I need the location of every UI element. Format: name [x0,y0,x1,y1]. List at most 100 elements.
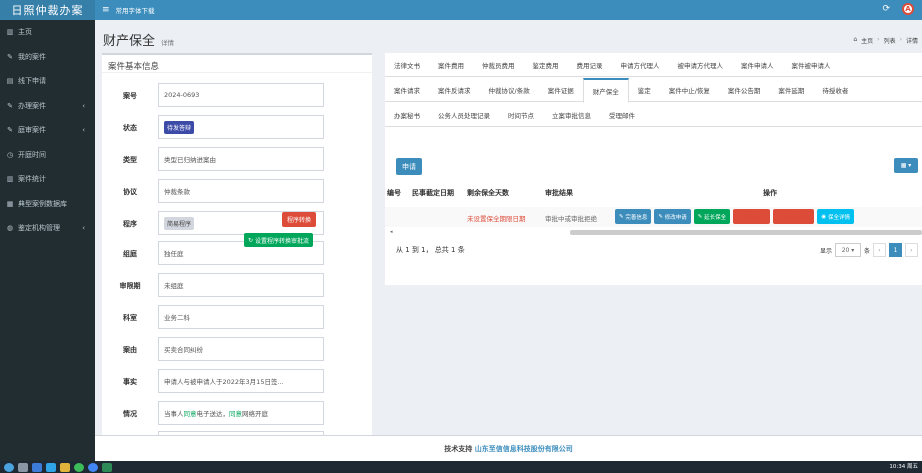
result-cell: 审批中或审批拒绝 [545,215,597,223]
breadcrumb-home[interactable]: 主页 [861,36,873,45]
tab-case-claims[interactable]: 案件请求 [385,78,429,102]
menu-toggle-icon[interactable]: ≡ [102,5,110,15]
tab-acceptance-mail[interactable]: 受理邮件 [600,103,644,127]
action-buttons: ✎ 完善信息 ✎ 修改申请 ✎ 延长保全 ✎ 解除保全 ✎ 同步至中院 ◉ 保全… [615,209,854,224]
tab-case-secretary[interactable]: 办案秘书 [385,103,429,127]
situation-highlight: 同意 [229,410,242,418]
tab-arbitration-agreement[interactable]: 仲裁协议/条款 [480,78,539,102]
scroll-left-icon[interactable]: ◂ [390,229,393,235]
procedure-convert-button[interactable]: 程序转换 [282,212,317,227]
tab-legal-docs[interactable]: 法律文书 [385,53,429,77]
tab-appraisal-fees[interactable]: 鉴定费用 [524,53,568,77]
col-actions: 操作 [763,189,777,197]
status-badge: 待发答辩 [164,120,195,134]
taskbar-app-icon[interactable] [32,462,42,472]
apply-button[interactable]: 申请 [396,158,422,175]
chevron-left-icon: ‹ [82,224,85,233]
field-case-number: 案号 2024-0693 [102,83,372,109]
sync-court-label: 同步至中院 [782,214,811,221]
breadcrumb-detail: 详情 [905,38,918,45]
field-department: 科室 业务二科 [102,305,372,331]
horizontal-scrollbar[interactable] [570,230,922,235]
globe-icon: ◍ [6,224,14,233]
user-avatar[interactable]: A [902,3,914,15]
browser-icon[interactable] [74,462,84,472]
situation-highlight: 同意 [183,410,197,418]
prev-page-button[interactable]: ‹ [873,243,886,257]
tab-announcement[interactable]: 案件公告期 [719,78,770,102]
taskbar-app-icon[interactable] [18,462,28,472]
chrome-icon[interactable] [88,462,98,472]
field-agreement: 协议 仲裁条款 [102,179,372,205]
tab-counterclaims[interactable]: 案件反请求 [429,78,480,102]
breadcrumb-list[interactable]: 列表 [884,36,896,45]
footer-company-link[interactable]: 山东至信信息科技股份有限公司 [475,444,573,454]
sidebar-item-appraisal-org[interactable]: ◍ 鉴定机构管理 ‹ [0,216,95,241]
tab-applicant-agent[interactable]: 申请方代理人 [612,53,669,77]
tab-filing-approval[interactable]: 立案审批信息 [543,103,600,127]
sidebar-item-label: 办理案件 [18,101,46,110]
sidebar-item-case-stats[interactable]: ▥ 案件统计 [0,167,95,192]
col-number: 编号 [387,189,401,197]
tab-official-records[interactable]: 公务人员处理记录 [429,103,499,127]
remaining-days-cell: 未设置保全期限日期 [467,215,526,223]
sidebar-item-label: 我的案件 [18,52,46,61]
tab-row-3: 办案秘书 公务人员处理记录 时间节点 立案审批信息 受理邮件 [385,103,922,127]
taskbar-app-icon[interactable] [46,462,56,472]
tab-extension[interactable]: 案件延期 [769,78,813,102]
set-approval-flow-button[interactable]: ↻ 设置程序转换审批流 [244,233,314,247]
preservation-detail-button[interactable]: ◉ 保全详情 [817,209,854,224]
id-card-icon: ▤ [6,77,14,86]
page-1-button[interactable]: 1 [889,243,902,257]
situation-value: 当事人 同意 电子送达， 同意 网络开庭 [158,401,324,425]
field-label: 状态 [123,124,137,132]
field-label: 程序 [123,220,137,228]
sidebar-item-home[interactable]: ▥ 主页 [0,20,95,45]
pagination-info: 从 1 到 1， 总共 1 条 [396,246,465,254]
breadcrumb-separator: › [899,36,902,43]
refresh-icon[interactable]: ⟳ [882,4,890,14]
field-label: 协议 [123,188,137,196]
situation-text: 当事人 [164,410,184,418]
tab-arbitrator-fees[interactable]: 仲裁员费用 [473,53,524,77]
tab-fee-records[interactable]: 费用记录 [568,53,612,77]
tab-case-fees[interactable]: 案件费用 [429,53,473,77]
tab-suspend-resume[interactable]: 案件中止/恢复 [660,78,719,102]
sidebar-item-offline-apply[interactable]: ▤ 线下申请 [0,69,95,94]
page-size-select[interactable]: 20 ▾ [834,243,861,257]
tab-property-preservation[interactable]: 财产保全 [582,77,629,103]
field-label: 审限期 [119,282,141,290]
tab-pending-recipients[interactable]: 待授收者 [813,78,857,102]
release-preservation-button[interactable]: ✎ 解除保全 [733,209,770,224]
tab-appraisal[interactable]: 鉴定 [629,78,660,102]
tab-case-respondent[interactable]: 案件被申请人 [783,53,840,77]
tab-time-nodes[interactable]: 时间节点 [499,103,543,127]
tab-respondent-agent[interactable]: 被申请方代理人 [669,53,733,77]
modify-apply-button[interactable]: ✎ 修改申请 [654,209,691,224]
sidebar-item-hearing-time[interactable]: ◷ 开庭时间 [0,143,95,168]
case-info-panel: 案件基本信息 案号 2024-0693 状态 待发答辩 类型 类型已归纳进案由 … [102,53,372,435]
font-download-link[interactable]: 常用字体下载 [116,5,155,15]
sync-court-button[interactable]: ✎ 同步至中院 [772,209,815,224]
tab-case-evidence[interactable]: 案件证据 [539,78,583,102]
sidebar-item-my-cases[interactable]: ✎ 我的案件 [0,45,95,70]
col-remaining-days: 剩余保全天数 [467,189,509,197]
department-value: 业务二科 [158,305,324,329]
folder-icon[interactable] [60,462,70,472]
edit-icon: ✎ [7,126,13,135]
tab-row-1: 法律文书 案件费用 仲裁员费用 鉴定费用 费用记录 申请方代理人 被申请方代理人… [385,53,922,77]
next-page-button[interactable]: › [905,243,918,257]
taskbar-app-icon[interactable] [102,462,112,472]
sidebar-item-handle-cases[interactable]: ✎ 办理案件 ‹ [0,94,95,119]
situation-text: 网络开庭 [242,410,268,418]
sidebar-item-case-database[interactable]: ▦ 典型案例数据库 [0,192,95,217]
chart-icon: ▥ [6,175,14,184]
database-icon: ▦ [6,199,14,208]
app-brand[interactable]: 日照仲裁办案 [0,0,95,20]
sidebar-item-trial-cases[interactable]: ✎ 庭审案件 ‹ [0,118,95,143]
extend-preservation-button[interactable]: ✎ 延长保全 [693,209,731,224]
columns-toggle-button[interactable]: ▦ ▾ [894,158,918,173]
complete-info-button[interactable]: ✎ 完善信息 [615,209,652,224]
tab-case-applicant[interactable]: 案件申请人 [732,53,783,77]
start-icon[interactable] [4,462,14,472]
